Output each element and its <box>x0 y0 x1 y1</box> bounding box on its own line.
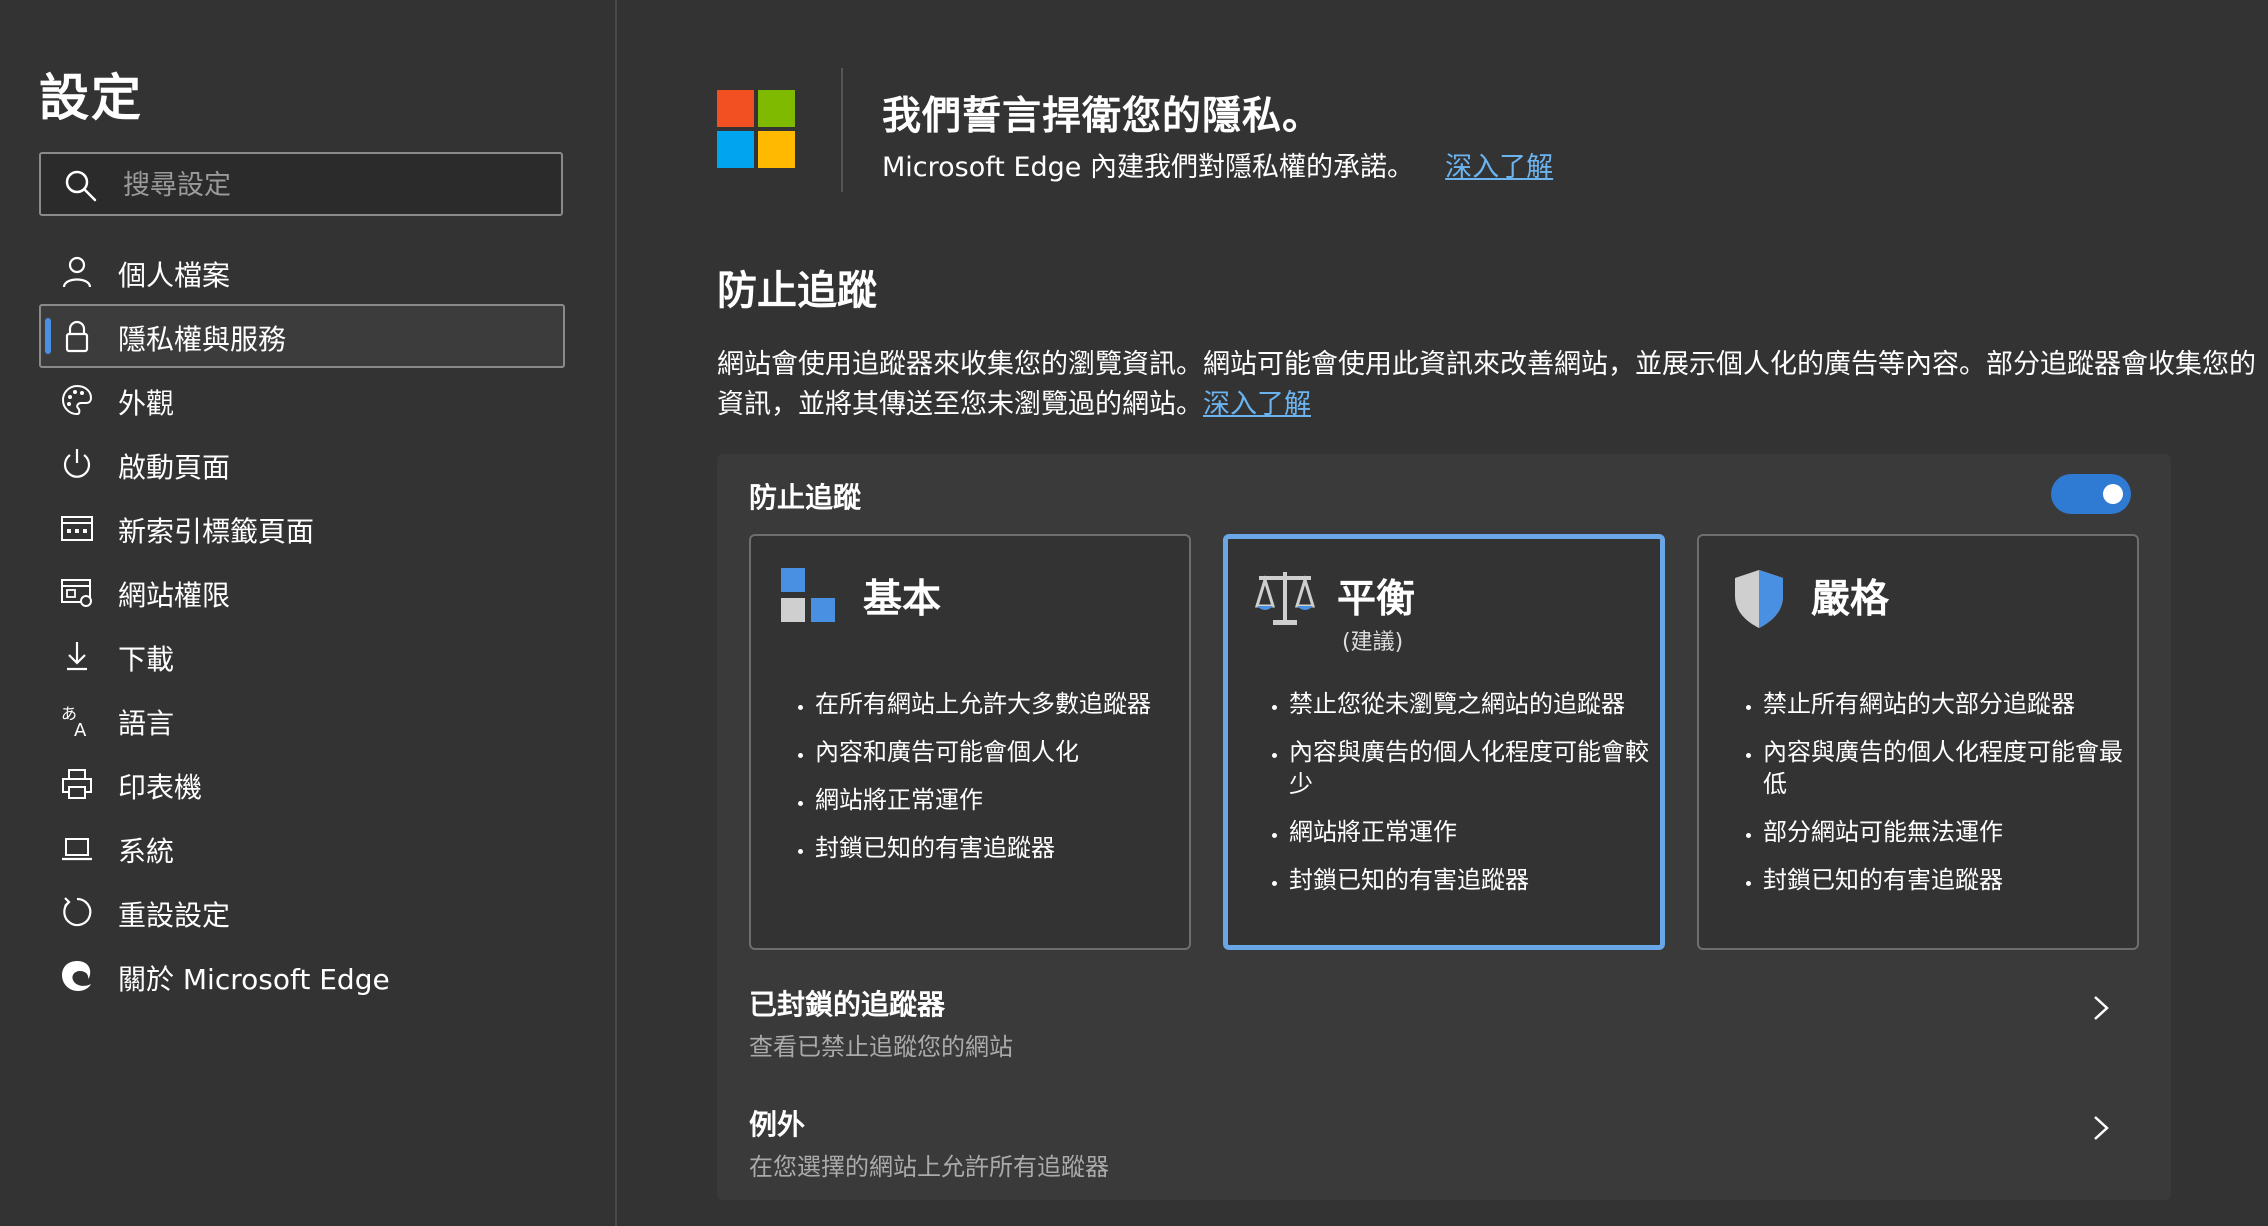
active-indicator <box>45 318 51 354</box>
card-bullets: 禁止您從未瀏覽之網站的追蹤器 內容與廣告的個人化程度可能會較少 網站將正常運作 … <box>1259 688 1649 912</box>
reset-icon <box>63 897 92 927</box>
list-item: 內容與廣告的個人化程度可能會較少 <box>1289 736 1649 800</box>
toggle-knob <box>2103 484 2123 504</box>
chevron-right-icon <box>2094 996 2109 1020</box>
card-balanced[interactable]: 平衡 (建議) 禁止您從未瀏覽之網站的追蹤器 內容與廣告的個人化程度可能會較少 … <box>1223 534 1665 950</box>
language-icon: あ A <box>61 704 87 738</box>
sidebar-item-label: 系統 <box>118 835 175 868</box>
sidebar-item-profile[interactable]: 個人檔案 <box>39 240 565 304</box>
tracking-learn-more-link[interactable]: 深入了解 <box>1203 389 1311 420</box>
card-basic[interactable]: 基本 在所有網站上允許大多數追蹤器 內容和廣告可能會個人化 網站將正常運作 封鎖… <box>749 534 1191 950</box>
pledge-subtitle-text: Microsoft Edge 內建我們對隱私權的承諾。 <box>882 152 1414 183</box>
list-item: 內容和廣告可能會個人化 <box>815 736 1175 768</box>
lock-icon <box>65 320 89 353</box>
panel-header: 防止追蹤 <box>749 481 862 514</box>
sidebar-item-system[interactable]: 系統 <box>39 816 565 880</box>
row-title: 已封鎖的追蹤器 <box>749 988 946 1021</box>
search-box[interactable] <box>39 152 563 216</box>
card-bullets: 禁止所有網站的大部分追蹤器 內容與廣告的個人化程度可能會最低 部分網站可能無法運… <box>1733 688 2123 912</box>
laptop-icon <box>62 838 92 861</box>
tracking-prevention-toggle[interactable] <box>2051 474 2131 514</box>
basic-blocks-icon <box>781 568 835 622</box>
section-description-text: 網站會使用追蹤器來收集您的瀏覽資訊。網站可能會使用此資訊來改善網站，並展示個人化… <box>717 349 2256 420</box>
chevron-right-icon <box>2094 1116 2109 1140</box>
learn-more-link[interactable]: 深入了解 <box>1445 152 1553 183</box>
sidebar-item-label: 外觀 <box>118 387 175 420</box>
sidebar-item-label: 啟動頁面 <box>118 451 231 484</box>
section-description: 網站會使用追蹤器來收集您的瀏覽資訊。網站可能會使用此資訊來改善網站，並展示個人化… <box>717 345 2257 425</box>
site-permissions-icon <box>61 579 92 607</box>
sidebar-item-label: 下載 <box>118 643 175 676</box>
settings-sidebar: 設定 個人檔案 隱私權與服務 <box>0 0 617 1226</box>
sidebar-item-label: 語言 <box>118 707 175 740</box>
list-item: 封鎖已知的有害追蹤器 <box>1763 864 2123 896</box>
logo-yellow-square <box>758 131 795 168</box>
edge-logo-icon <box>62 961 91 991</box>
list-item: 內容與廣告的個人化程度可能會最低 <box>1763 736 2123 800</box>
privacy-pledge-title: 我們誓言捍衛您的隱私。 <box>882 94 1323 139</box>
power-icon <box>63 449 91 478</box>
microsoft-logo-icon <box>717 90 795 168</box>
sidebar-item-site-permissions[interactable]: 網站權限 <box>39 560 565 624</box>
sidebar-item-privacy[interactable]: 隱私權與服務 <box>39 304 565 368</box>
search-input[interactable] <box>121 162 545 208</box>
exceptions-row[interactable]: 例外 在您選擇的網站上允許所有追蹤器 <box>717 1089 2171 1199</box>
sidebar-item-downloads[interactable]: 下載 <box>39 624 565 688</box>
card-subtitle: (建議) <box>1342 630 1404 655</box>
logo-green-square <box>758 90 795 127</box>
sidebar-item-languages[interactable]: あ A 語言 <box>39 688 565 752</box>
logo-blue-square <box>717 131 754 168</box>
list-item: 部分網站可能無法運作 <box>1763 816 2123 848</box>
list-item: 禁止您從未瀏覽之網站的追蹤器 <box>1289 688 1649 720</box>
shield-icon <box>1735 570 1783 628</box>
card-title: 平衡 <box>1337 577 1416 622</box>
sidebar-title: 設定 <box>39 69 143 127</box>
sidebar-item-reset[interactable]: 重設設定 <box>39 880 565 944</box>
sidebar-item-about[interactable]: 關於 Microsoft Edge <box>39 944 565 1008</box>
sidebar-item-label: 隱私權與服務 <box>118 323 287 356</box>
card-title: 嚴格 <box>1811 577 1890 622</box>
card-title: 基本 <box>863 577 942 622</box>
card-strict[interactable]: 嚴格 禁止所有網站的大部分追蹤器 內容與廣告的個人化程度可能會最低 部分網站可能… <box>1697 534 2139 950</box>
sidebar-item-label: 網站權限 <box>118 579 231 612</box>
balance-scale-icon <box>1254 572 1316 625</box>
tracking-panel: 防止追蹤 基本 在所有網站上允許大多數追蹤器 內容和廣告可能會個人化 網站將正常… <box>717 454 2171 1200</box>
list-item: 網站將正常運作 <box>1289 816 1649 848</box>
header-divider <box>841 68 843 192</box>
row-description: 查看已禁止追蹤您的網站 <box>749 1033 1013 1061</box>
svg-text:A: A <box>74 720 87 738</box>
list-item: 網站將正常運作 <box>815 784 1175 816</box>
printer-icon <box>62 769 92 799</box>
newtab-icon <box>61 516 93 541</box>
privacy-pledge-subtitle: Microsoft Edge 內建我們對隱私權的承諾。 深入了解 <box>882 145 1553 184</box>
sidebar-item-label: 印表機 <box>118 771 203 804</box>
blocked-trackers-row[interactable]: 已封鎖的追蹤器 查看已禁止追蹤您的網站 <box>717 969 2171 1079</box>
sidebar-nav: 個人檔案 隱私權與服務 外觀 啟動頁面 新索引標籤頁面 網站權限 下載 あ A … <box>39 240 565 1008</box>
list-item: 封鎖已知的有害追蹤器 <box>1289 864 1649 896</box>
row-title: 例外 <box>749 1108 806 1141</box>
person-icon <box>62 256 92 288</box>
list-item: 封鎖已知的有害追蹤器 <box>815 832 1175 864</box>
sidebar-item-label: 新索引標籤頁面 <box>118 515 315 548</box>
list-item: 禁止所有網站的大部分追蹤器 <box>1763 688 2123 720</box>
sidebar-item-label: 重設設定 <box>118 899 231 932</box>
sidebar-item-newtab[interactable]: 新索引標籤頁面 <box>39 496 565 560</box>
sidebar-item-printers[interactable]: 印表機 <box>39 752 565 816</box>
sidebar-item-startup[interactable]: 啟動頁面 <box>39 432 565 496</box>
main-content: 我們誓言捍衛您的隱私。 Microsoft Edge 內建我們對隱私權的承諾。 … <box>617 0 2268 1226</box>
card-bullets: 在所有網站上允許大多數追蹤器 內容和廣告可能會個人化 網站將正常運作 封鎖已知的… <box>785 688 1175 880</box>
logo-red-square <box>717 90 754 127</box>
search-icon <box>65 170 97 202</box>
sidebar-item-label: 關於 Microsoft Edge <box>118 963 390 996</box>
list-item: 在所有網站上允許大多數追蹤器 <box>815 688 1175 720</box>
palette-icon <box>62 384 93 416</box>
section-title: 防止追蹤 <box>717 268 877 314</box>
row-description: 在您選擇的網站上允許所有追蹤器 <box>749 1153 1109 1181</box>
sidebar-item-appearance[interactable]: 外觀 <box>39 368 565 432</box>
download-icon <box>67 642 87 671</box>
sidebar-item-label: 個人檔案 <box>118 259 231 292</box>
